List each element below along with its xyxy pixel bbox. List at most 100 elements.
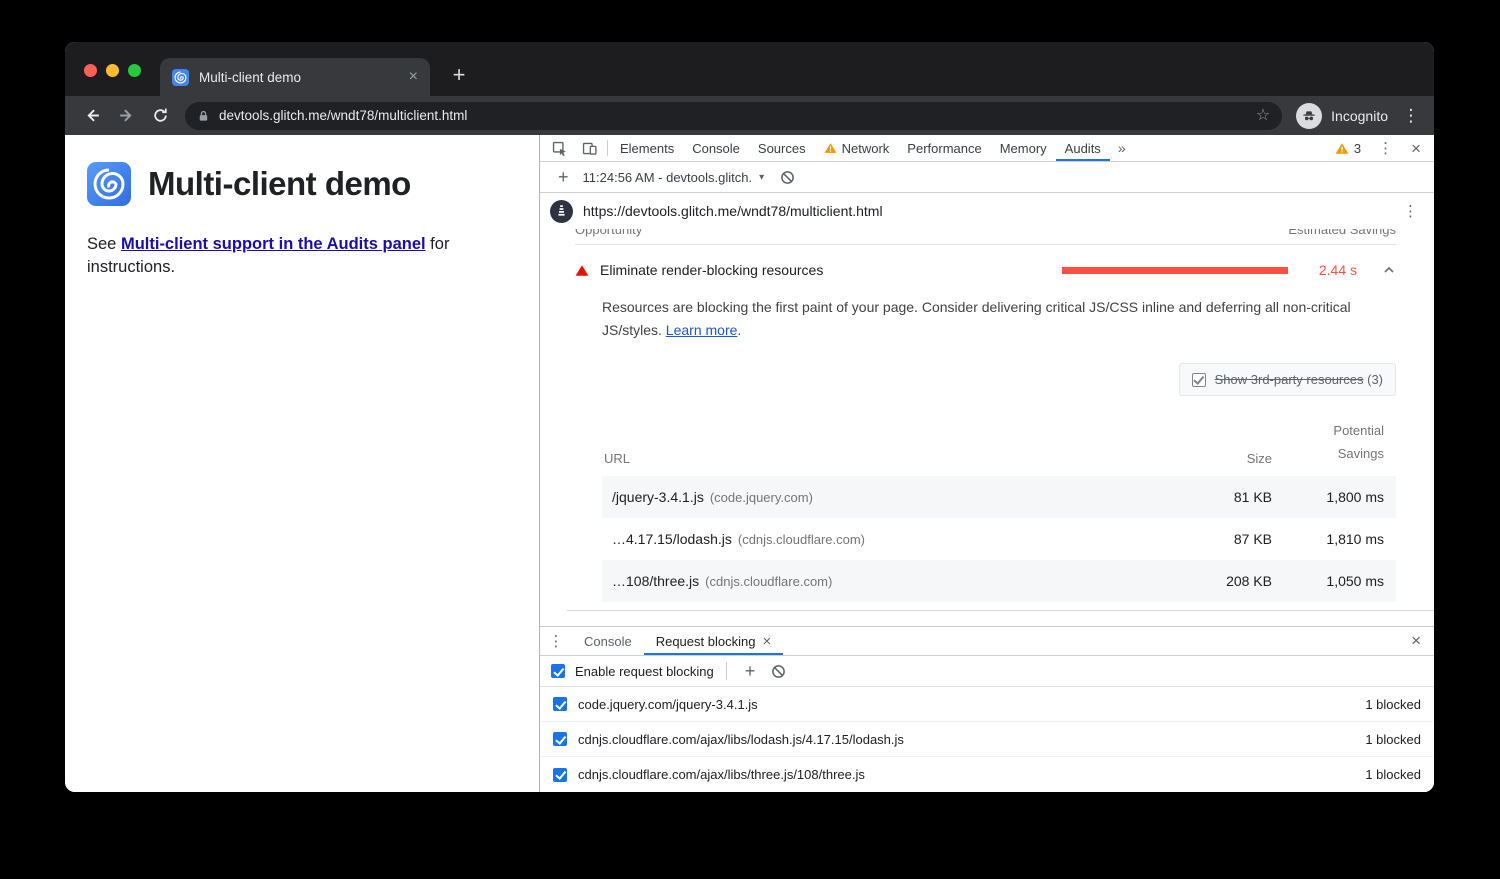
learn-more-link[interactable]: Learn more bbox=[666, 322, 738, 338]
resource-savings: 1,050 ms bbox=[1312, 573, 1384, 589]
estimated-savings-column-label: Estimated Savings bbox=[1288, 229, 1396, 237]
warning-triangle-icon bbox=[1335, 142, 1349, 155]
resource-table-header: URL Size Potential Savings bbox=[602, 416, 1396, 476]
inspect-element-button[interactable] bbox=[544, 135, 574, 161]
add-pattern-button[interactable]: + bbox=[739, 661, 762, 682]
tab-memory[interactable]: Memory bbox=[991, 135, 1056, 161]
tab-sources[interactable]: Sources bbox=[749, 135, 815, 161]
resource-table: URL Size Potential Savings /jquery-3.4.1… bbox=[602, 416, 1396, 602]
pattern-checkbox[interactable] bbox=[553, 732, 567, 746]
audits-panel-link[interactable]: Multi-client support in the Audits panel bbox=[121, 235, 426, 253]
close-window-button[interactable] bbox=[84, 64, 97, 77]
enable-request-blocking-checkbox[interactable] bbox=[551, 664, 565, 678]
window-content: Multi-client demo See Multi-client suppo… bbox=[65, 135, 1434, 792]
devtools-close-button[interactable]: × bbox=[1402, 140, 1430, 157]
url-column-label: URL bbox=[604, 451, 1192, 466]
new-audit-button[interactable]: + bbox=[548, 167, 579, 188]
minimize-window-button[interactable] bbox=[106, 64, 119, 77]
browser-menu-button[interactable]: ⋮ bbox=[1398, 106, 1424, 126]
opportunity-column-label: Opportunity bbox=[575, 229, 642, 237]
devtools-toolbar-right: 3 ⋮ × bbox=[1327, 135, 1434, 161]
audit-report[interactable]: Opportunity Estimated Savings Eliminate … bbox=[540, 229, 1434, 626]
drawer-tab-bar: ⋮ Console Request blocking × × bbox=[540, 627, 1434, 656]
blocked-count: 1 blocked bbox=[1365, 732, 1421, 747]
intro-prefix: See bbox=[87, 235, 121, 253]
savings-value: 2.44 s bbox=[1299, 262, 1357, 278]
blocked-count: 1 blocked bbox=[1365, 767, 1421, 782]
opportunity-row[interactable]: Eliminate render-blocking resources 2.44… bbox=[575, 262, 1396, 278]
resource-savings: 1,810 ms bbox=[1312, 531, 1384, 547]
audit-report-menu-button[interactable]: ⋮ bbox=[1397, 202, 1424, 220]
inspect-cursor-icon bbox=[551, 140, 568, 157]
clear-audits-button[interactable] bbox=[780, 170, 795, 185]
tab-elements[interactable]: Elements bbox=[611, 135, 683, 161]
report-divider bbox=[567, 610, 1434, 611]
blocked-pattern-row[interactable]: cdnjs.cloudflare.com/ajax/libs/lodash.js… bbox=[540, 722, 1434, 757]
potential-savings-column-label: Potential Savings bbox=[1312, 420, 1384, 466]
enable-request-blocking-label: Enable request blocking bbox=[575, 664, 714, 679]
tab-performance[interactable]: Performance bbox=[898, 135, 990, 161]
browser-tab[interactable]: Multi-client demo × bbox=[160, 58, 430, 96]
collapse-chevron-icon[interactable] bbox=[1382, 263, 1396, 277]
fail-triangle-icon bbox=[575, 264, 589, 277]
back-arrow-icon bbox=[84, 107, 101, 124]
audit-run-select[interactable]: 11:24:56 AM - devtools.glitch. ▾ bbox=[583, 170, 765, 185]
back-button[interactable] bbox=[75, 100, 109, 132]
resource-size: 208 KB bbox=[1192, 573, 1272, 589]
table-row[interactable]: …4.17.15/lodash.js(cdnjs.cloudflare.com)… bbox=[602, 518, 1396, 560]
device-toolbar-button[interactable] bbox=[574, 135, 604, 161]
savings-bar bbox=[1062, 267, 1288, 274]
opportunity-details: Resources are blocking the first paint o… bbox=[602, 296, 1396, 611]
third-party-count: (3) bbox=[1367, 372, 1383, 387]
forward-arrow-icon bbox=[118, 107, 135, 124]
third-party-toggle[interactable]: Show 3rd-party resources (3) bbox=[1179, 363, 1396, 396]
resource-domain: (code.jquery.com) bbox=[710, 490, 813, 505]
resource-size: 81 KB bbox=[1192, 489, 1272, 505]
fullscreen-window-button[interactable] bbox=[128, 64, 141, 77]
drawer-close-button[interactable]: × bbox=[1398, 627, 1434, 655]
blocked-pattern-row[interactable]: cdnjs.cloudflare.com/ajax/libs/three.js/… bbox=[540, 757, 1434, 792]
block-icon bbox=[780, 170, 795, 185]
table-row[interactable]: …108/three.js(cdnjs.cloudflare.com) 208 … bbox=[602, 560, 1396, 602]
warning-count: 3 bbox=[1354, 141, 1361, 156]
address-bar[interactable]: devtools.glitch.me/wndt78/multiclient.ht… bbox=[185, 102, 1282, 130]
pattern-text: code.jquery.com/jquery-3.4.1.js bbox=[578, 697, 758, 712]
tab-strip: Multi-client demo × + bbox=[65, 42, 1434, 96]
request-blocking-toolbar: Enable request blocking + bbox=[540, 656, 1434, 687]
network-warning-icon bbox=[824, 142, 837, 154]
tab-network[interactable]: Network bbox=[815, 135, 899, 161]
tab-console[interactable]: Console bbox=[683, 135, 749, 161]
toolbar-separator bbox=[607, 140, 608, 156]
new-tab-button[interactable]: + bbox=[446, 62, 472, 88]
reload-button[interactable] bbox=[143, 100, 177, 132]
page-logo-icon bbox=[87, 162, 131, 206]
tab-close-icon[interactable]: × bbox=[409, 69, 418, 85]
table-row[interactable]: /jquery-3.4.1.js(code.jquery.com) 81 KB … bbox=[602, 476, 1396, 518]
drawer-tab-close-icon[interactable]: × bbox=[762, 634, 771, 649]
audits-toolbar: + 11:24:56 AM - devtools.glitch. ▾ bbox=[540, 162, 1434, 193]
forward-button[interactable] bbox=[109, 100, 143, 132]
tab-audits[interactable]: Audits bbox=[1056, 135, 1110, 161]
drawer-tab-console[interactable]: Console bbox=[572, 627, 644, 655]
reload-icon bbox=[152, 107, 169, 124]
navigation-bar: devtools.glitch.me/wndt78/multiclient.ht… bbox=[65, 96, 1434, 135]
resource-savings: 1,800 ms bbox=[1312, 489, 1384, 505]
third-party-checkbox[interactable] bbox=[1192, 373, 1206, 387]
lock-icon bbox=[197, 109, 210, 123]
pattern-checkbox[interactable] bbox=[553, 697, 567, 711]
devtools-menu-button[interactable]: ⋮ bbox=[1369, 139, 1402, 157]
pattern-text: cdnjs.cloudflare.com/ajax/libs/lodash.js… bbox=[578, 732, 904, 747]
devtools-drawer: ⋮ Console Request blocking × × Enable re… bbox=[540, 626, 1434, 792]
pattern-checkbox[interactable] bbox=[553, 768, 567, 782]
warnings-badge[interactable]: 3 bbox=[1327, 141, 1369, 156]
remove-all-patterns-button[interactable] bbox=[771, 664, 786, 679]
opportunity-description: Resources are blocking the first paint o… bbox=[602, 296, 1394, 342]
drawer-tab-request-blocking[interactable]: Request blocking × bbox=[644, 627, 784, 655]
resource-size: 87 KB bbox=[1192, 531, 1272, 547]
incognito-badge: Incognito bbox=[1296, 103, 1388, 129]
bookmark-star-icon[interactable]: ☆ bbox=[1256, 108, 1270, 124]
blocked-pattern-row[interactable]: code.jquery.com/jquery-3.4.1.js 1 blocke… bbox=[540, 687, 1434, 722]
browser-window: Multi-client demo × + devtools.gl bbox=[65, 42, 1434, 792]
more-tabs-button[interactable]: » bbox=[1110, 135, 1134, 161]
drawer-menu-button[interactable]: ⋮ bbox=[540, 627, 572, 655]
